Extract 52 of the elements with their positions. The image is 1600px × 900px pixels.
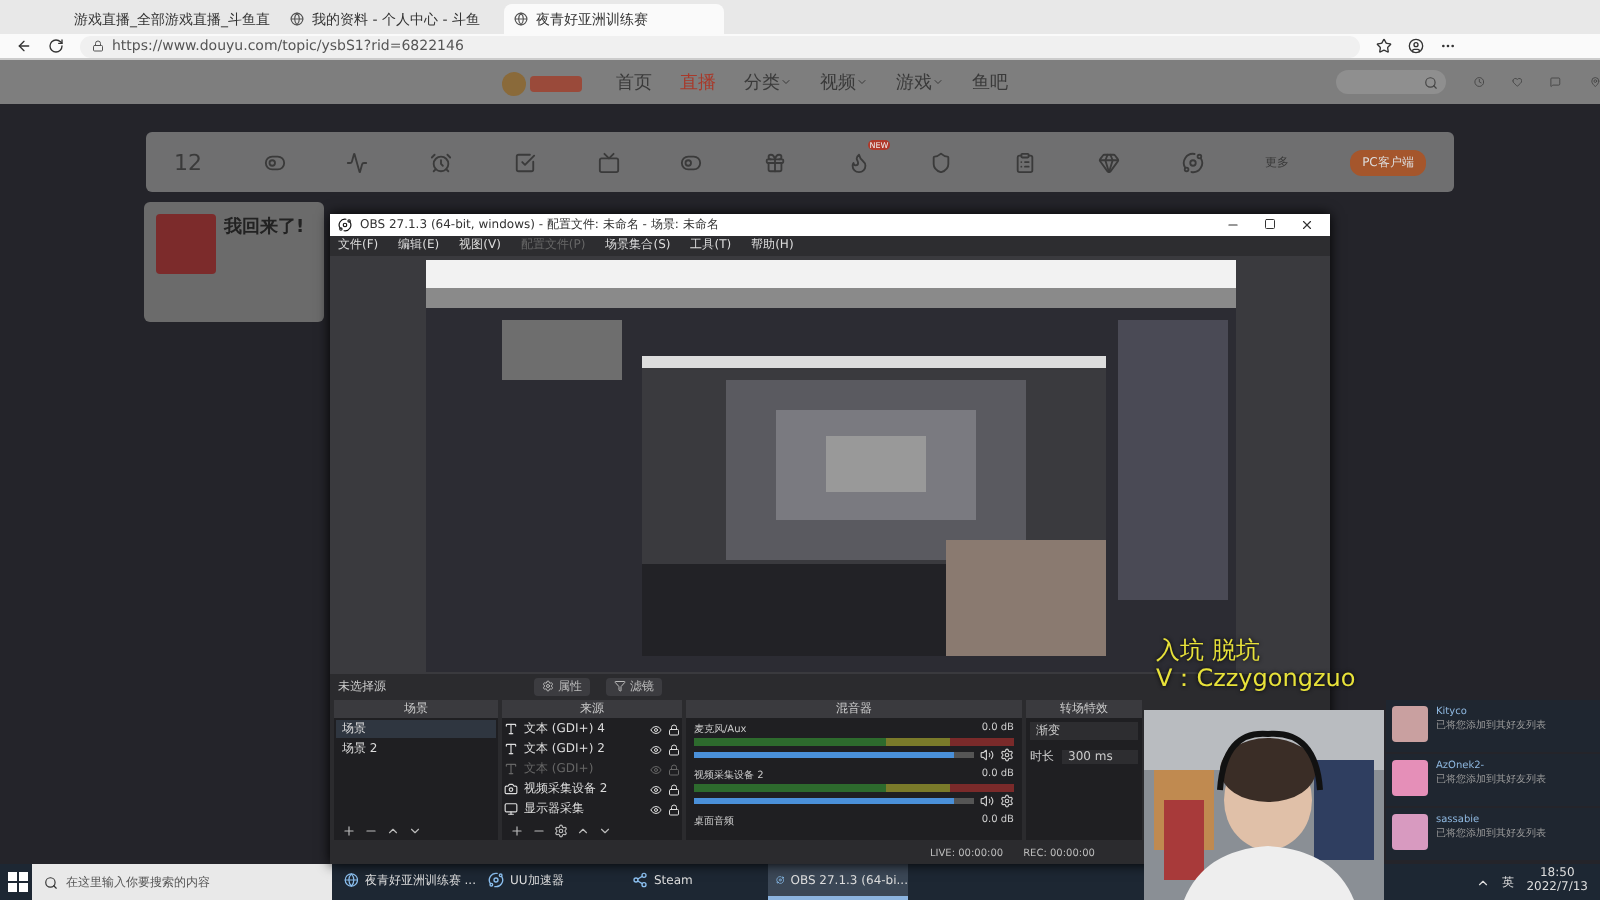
text-icon [504, 762, 518, 777]
speaker-icon[interactable] [980, 794, 994, 809]
lock-icon[interactable] [668, 783, 680, 796]
gear-icon [542, 680, 554, 693]
settings-icon[interactable] [554, 823, 568, 838]
filter-icon [614, 680, 626, 693]
search-icon [44, 875, 58, 889]
text-icon [504, 722, 518, 737]
lock-icon[interactable] [668, 803, 680, 816]
overlay-text: 入坑 脱坑 [1156, 636, 1262, 665]
search-icon [1423, 75, 1438, 89]
app-icon [776, 872, 785, 888]
down-icon[interactable] [598, 823, 612, 838]
obs-icon [338, 217, 352, 232]
speaker-icon[interactable] [980, 748, 994, 763]
app-icon [488, 872, 504, 888]
back-icon[interactable] [16, 38, 32, 54]
camera-icon [504, 782, 518, 797]
site-icon [514, 12, 528, 26]
reload-icon[interactable] [48, 38, 64, 54]
tray-icon[interactable] [1476, 875, 1491, 889]
lock-icon[interactable] [668, 723, 680, 736]
text-icon [504, 742, 518, 757]
clipboard-icon[interactable] [1014, 151, 1037, 173]
monitor-icon [504, 802, 518, 817]
check-icon[interactable] [513, 151, 536, 173]
overlay-text: V：Czzygongzuo [1156, 664, 1356, 694]
lock-icon [92, 40, 104, 52]
down-icon[interactable] [408, 823, 422, 838]
profile-icon[interactable] [1408, 38, 1424, 54]
add-icon[interactable] [342, 823, 356, 838]
maximize-icon[interactable] [1264, 217, 1276, 230]
search-field[interactable] [1336, 70, 1446, 94]
caret-icon [932, 75, 944, 87]
up-icon[interactable] [386, 823, 400, 838]
caret-icon [856, 75, 868, 87]
caret-icon [780, 75, 792, 87]
site-icon [290, 12, 304, 26]
switch-icon[interactable] [680, 151, 703, 173]
app-icon [632, 872, 648, 888]
favorite-icon[interactable] [1376, 38, 1392, 54]
toggle-icon[interactable] [263, 151, 286, 173]
lock-icon[interactable] [668, 743, 680, 756]
app-icon [344, 872, 359, 888]
settings-icon[interactable] [1000, 794, 1014, 809]
avatar-icon [156, 214, 216, 274]
windows-icon[interactable] [8, 872, 28, 892]
settings-icon[interactable] [1000, 748, 1014, 763]
profile-title: 我回来了! [224, 214, 305, 242]
close-icon[interactable] [1300, 217, 1314, 232]
add-icon[interactable] [510, 823, 524, 838]
up-icon[interactable] [576, 823, 590, 838]
